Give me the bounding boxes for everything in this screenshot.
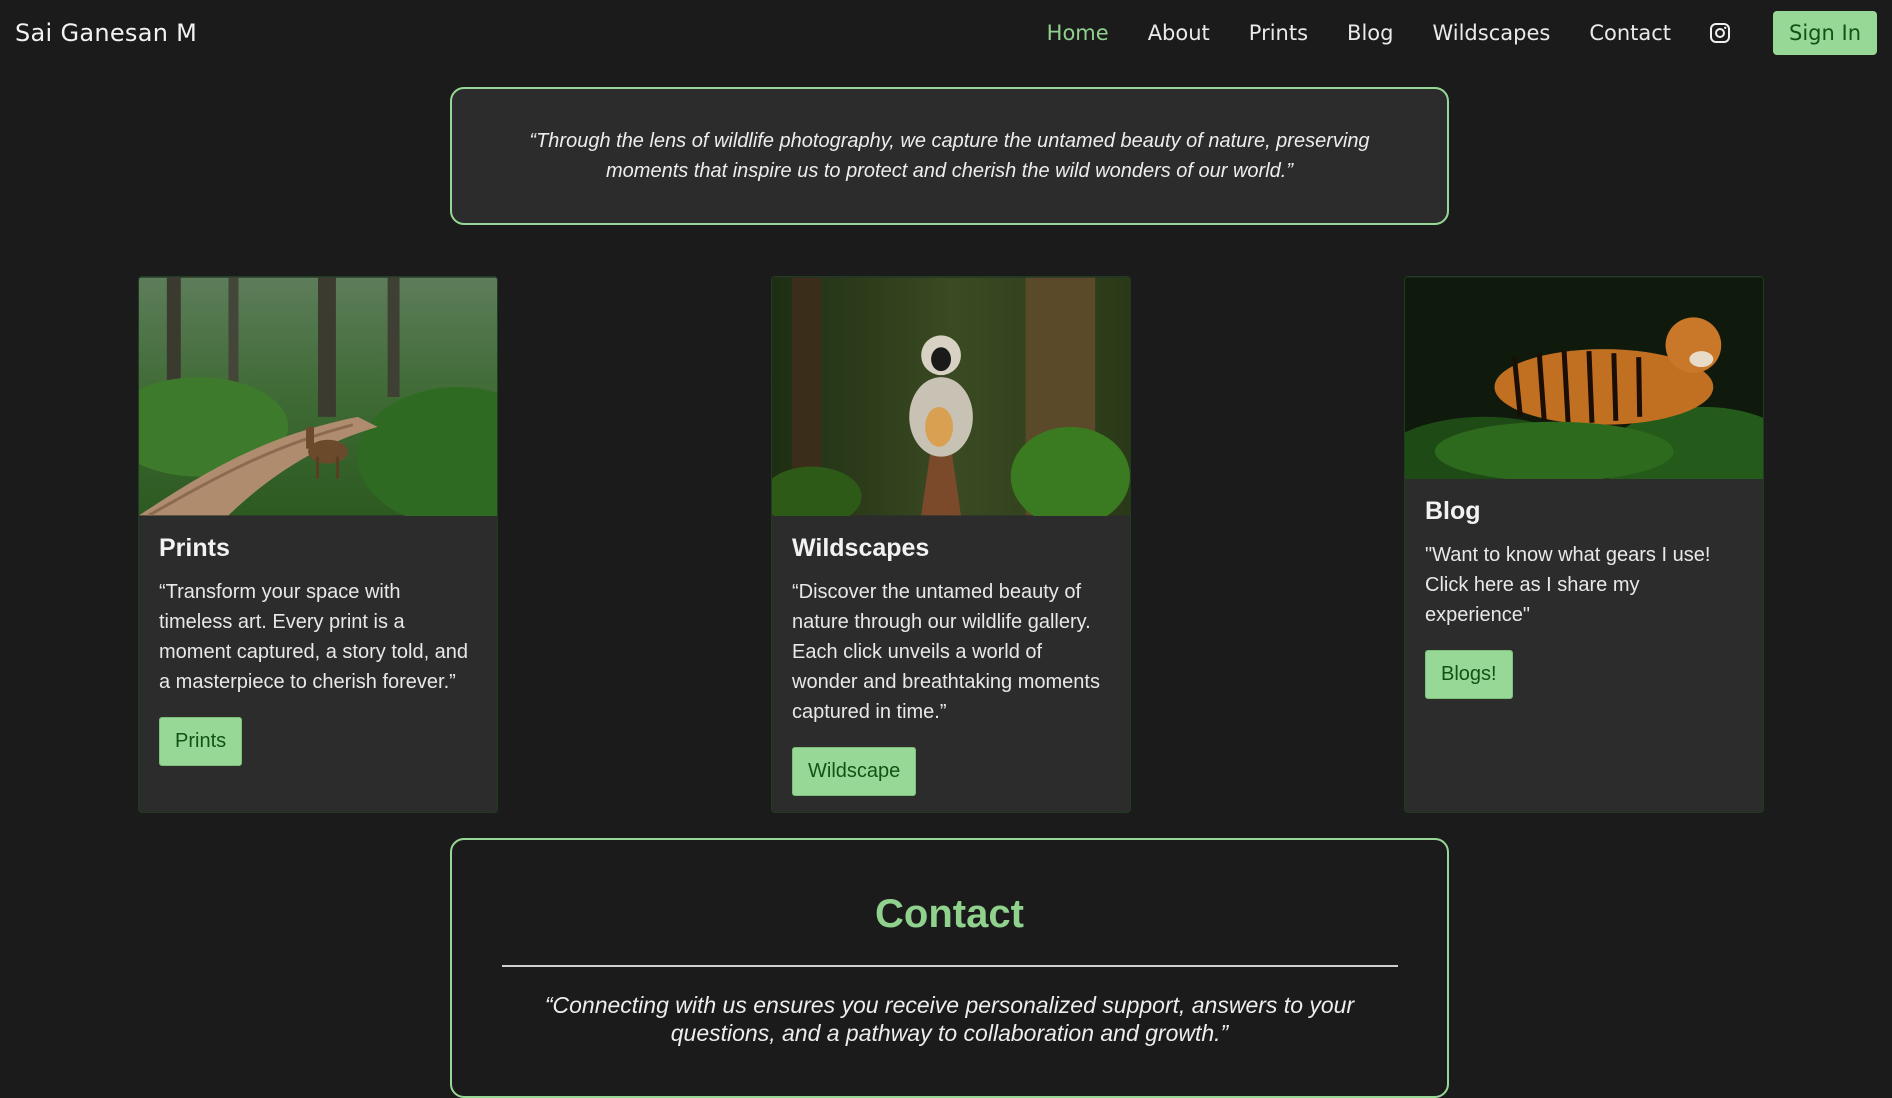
navbar: Sai Ganesan M Home About Prints Blog Wil… [0,0,1892,66]
card-text: “Discover the untamed beauty of nature t… [792,581,1100,723]
nav-link-blog[interactable]: Blog [1347,21,1393,45]
nav-link-about[interactable]: About [1148,21,1210,45]
card-title: Prints [159,534,230,562]
wildscape-button[interactable]: Wildscape [792,747,917,796]
card-body: Prints “Transform your space with timele… [139,516,497,784]
card-text: "Want to know what gears I use! Click he… [1425,544,1711,626]
nav-link-contact[interactable]: Contact [1589,21,1671,45]
card-title: Wildscapes [792,534,930,562]
instagram-icon[interactable] [1709,22,1731,44]
card-prints: Prints “Transform your space with timele… [138,276,498,813]
brand-name[interactable]: Sai Ganesan M [15,19,197,47]
sign-in-button[interactable]: Sign In [1773,11,1877,55]
card-body: Wildscapes “Discover the untamed beauty … [772,516,1130,812]
intro-quote-box: “Through the lens of wildlife photograph… [450,87,1449,225]
intro-quote: “Through the lens of wildlife photograph… [529,130,1370,182]
contact-title: Contact [875,892,1024,936]
card-title: Blog [1425,497,1481,525]
blogs-button[interactable]: Blogs! [1425,650,1513,699]
deer-on-forest-path-photo [139,277,497,516]
card-wildscapes: Wildscapes “Discover the untamed beauty … [771,276,1131,813]
nav-links: Home About Prints Blog Wildscapes Contac… [1008,11,1877,55]
prints-button[interactable]: Prints [159,717,243,766]
card-body: Blog "Want to know what gears I use! Cli… [1405,479,1763,717]
langur-monkey-photo [772,277,1130,516]
card-blog: Blog "Want to know what gears I use! Cli… [1404,276,1764,813]
tiger-in-foliage-photo [1405,277,1763,479]
nav-link-wildscapes[interactable]: Wildscapes [1432,21,1550,45]
contact-section: Contact “Connecting with us ensures you … [450,838,1449,1098]
card-text: “Transform your space with timeless art.… [159,581,469,693]
nav-link-prints[interactable]: Prints [1249,21,1308,45]
contact-quote: “Connecting with us ensures you receive … [544,992,1355,1046]
divider [501,965,1398,967]
nav-link-home[interactable]: Home [1047,21,1109,45]
